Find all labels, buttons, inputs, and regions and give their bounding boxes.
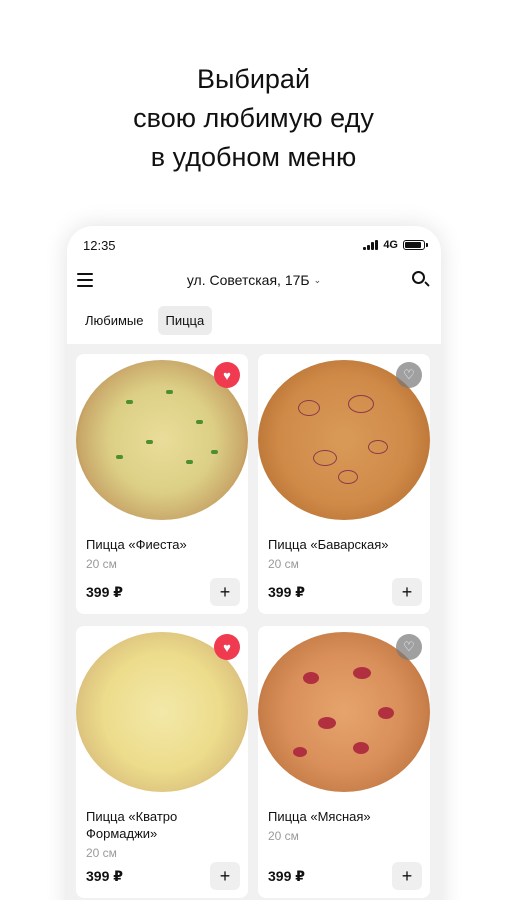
headline-line-1: Выбирай xyxy=(196,64,311,94)
phone-mockup: 12:35 4G ул. Советская, 17Б ⌄ Любимые Пи… xyxy=(67,226,441,900)
search-icon[interactable] xyxy=(409,269,431,291)
product-name: Пицца «Мясная» xyxy=(268,809,371,824)
product-card[interactable]: ♡ Пицца «Баварская» 20 см 399 ₽ + xyxy=(258,354,430,614)
product-name: Пицца «Кватро Формаджи» xyxy=(86,809,178,841)
battery-icon xyxy=(403,240,428,250)
status-time: 12:35 xyxy=(83,237,116,253)
status-indicators: 4G xyxy=(363,239,428,251)
network-type: 4G xyxy=(383,239,398,251)
product-size: 20 см xyxy=(268,829,299,843)
hamburger-menu-icon[interactable] xyxy=(77,269,99,291)
product-name: Пицца «Баварская» xyxy=(268,537,389,552)
favorite-heart-icon[interactable]: ♥ xyxy=(214,634,240,660)
address-selector[interactable]: ул. Советская, 17Б ⌄ xyxy=(187,272,321,288)
headline-line-2: свою любимую еду xyxy=(133,103,374,133)
favorite-heart-icon[interactable]: ♡ xyxy=(396,634,422,660)
tab-pizza[interactable]: Пицца xyxy=(157,306,213,335)
product-size: 20 см xyxy=(86,846,117,860)
product-image: ♡ xyxy=(258,626,430,798)
product-price: 399 ₽ xyxy=(268,583,305,600)
favorite-heart-icon[interactable]: ♥ xyxy=(214,362,240,388)
tab-favorites[interactable]: Любимые xyxy=(77,306,152,335)
product-card[interactable]: ♥ Пицца «Фиеста» 20 см 399 ₽ + xyxy=(76,354,248,614)
product-size: 20 см xyxy=(86,557,117,571)
product-image: ♥ xyxy=(76,626,248,798)
favorite-heart-icon[interactable]: ♡ xyxy=(396,362,422,388)
chevron-down-icon: ⌄ xyxy=(313,274,322,285)
promo-headline: Выбирай свою любимую еду в удобном меню xyxy=(0,60,507,177)
product-name: Пицца «Фиеста» xyxy=(86,537,187,552)
product-price: 399 ₽ xyxy=(86,867,123,884)
product-card[interactable]: ♡ Пицца «Мясная» 20 см 399 ₽ + xyxy=(258,626,430,898)
status-bar: 12:35 4G xyxy=(83,237,428,253)
add-to-cart-button[interactable]: + xyxy=(392,862,422,890)
product-grid: ♥ Пицца «Фиеста» 20 см 399 ₽ + ♡ Пицца «… xyxy=(76,354,432,898)
product-price: 399 ₽ xyxy=(268,867,305,884)
category-tabs: Любимые Пицца xyxy=(77,306,213,335)
signal-icon xyxy=(363,240,379,250)
product-size: 20 см xyxy=(268,557,299,571)
headline-line-3: в удобном меню xyxy=(150,142,357,172)
product-price: 399 ₽ xyxy=(86,583,123,600)
add-to-cart-button[interactable]: + xyxy=(392,578,422,606)
add-to-cart-button[interactable]: + xyxy=(210,578,240,606)
product-image: ♥ xyxy=(76,354,248,526)
product-image: ♡ xyxy=(258,354,430,526)
app-header: ул. Советская, 17Б ⌄ xyxy=(77,266,431,294)
product-card[interactable]: ♥ Пицца «Кватро Формаджи» 20 см 399 ₽ + xyxy=(76,626,248,898)
add-to-cart-button[interactable]: + xyxy=(210,862,240,890)
app-top-area: 12:35 4G ул. Советская, 17Б ⌄ Любимые Пи… xyxy=(67,226,441,344)
address-label: ул. Советская, 17Б xyxy=(186,272,310,288)
